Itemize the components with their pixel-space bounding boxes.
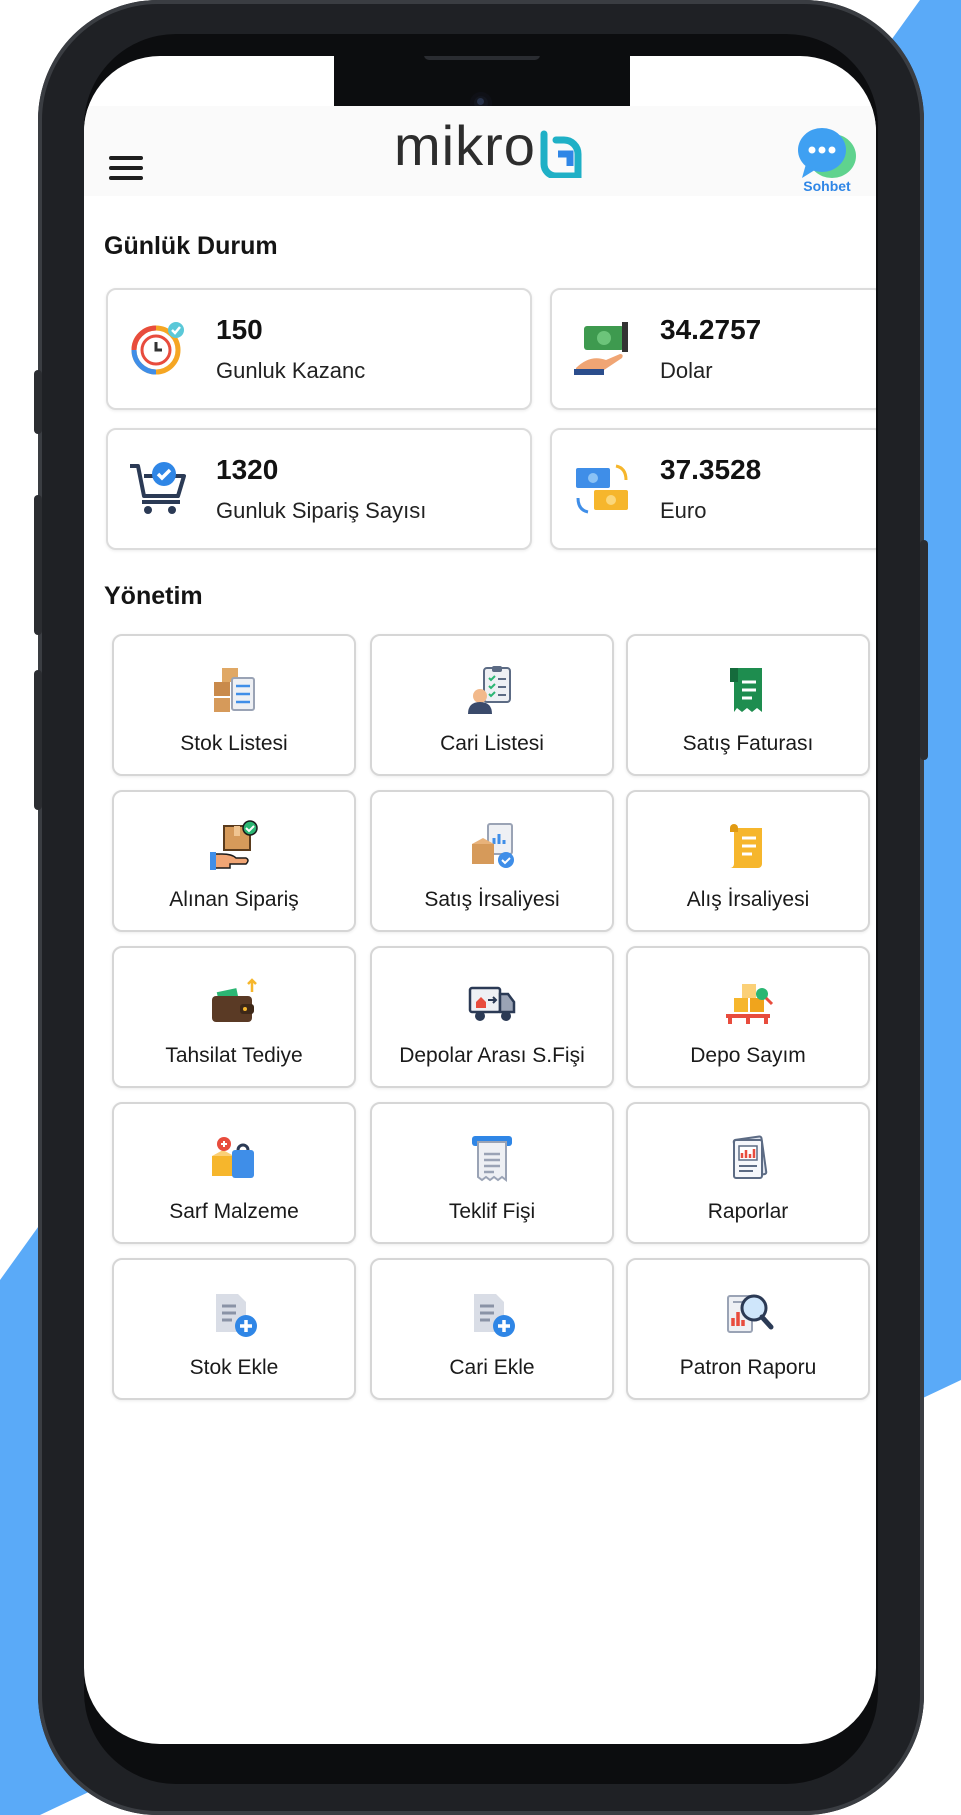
- hamburger-menu-icon[interactable]: [109, 156, 143, 180]
- tile-sarf-malzeme[interactable]: Sarf Malzeme: [112, 1102, 356, 1244]
- received-order-icon: [210, 820, 258, 870]
- tile-depo-sayim[interactable]: Depo Sayım: [626, 946, 870, 1088]
- tile-satis-faturasi[interactable]: Satış Faturası: [626, 634, 870, 776]
- tile-label: Alış İrsaliyesi: [686, 888, 810, 911]
- tile-label: Tahsilat Tediye: [165, 1044, 303, 1067]
- clock-earnings-icon: [131, 322, 184, 375]
- stat-card-dollar[interactable]: 34.2757 Dolar: [550, 288, 876, 410]
- dollar-value: 34.2757: [660, 314, 762, 345]
- tile-cari-listesi[interactable]: Cari Listesi: [370, 634, 614, 776]
- tile-label: Satış İrsaliyesi: [424, 888, 560, 911]
- tile-label: Stok Listesi: [180, 732, 288, 755]
- tile-label: Depo Sayım: [690, 1044, 806, 1067]
- wallet-icon: [212, 978, 257, 1022]
- tile-label: Satış Faturası: [682, 732, 814, 755]
- earnings-label: Gunluk Kazanc: [216, 358, 366, 383]
- mute-switch: [34, 370, 42, 434]
- tile-stok-ekle[interactable]: Stok Ekle: [112, 1258, 356, 1400]
- volume-down-button: [34, 670, 42, 810]
- tile-label: Stok Ekle: [189, 1356, 279, 1379]
- app-logo: mikro: [394, 114, 584, 178]
- boss-report-icon: [727, 1294, 774, 1333]
- stock-list-icon: [214, 668, 255, 712]
- tile-label: Patron Raporu: [679, 1356, 817, 1379]
- tile-label: Teklif Fişi: [448, 1200, 536, 1223]
- tile-label: Sarf Malzeme: [169, 1200, 299, 1223]
- euro-value: 37.3528: [660, 454, 762, 485]
- power-button: [920, 540, 928, 760]
- sales-invoice-icon: [730, 668, 762, 712]
- shopping-cart-icon: [130, 462, 186, 514]
- chat-bubble-icon: [798, 128, 856, 178]
- add-stock-icon: [216, 1294, 257, 1337]
- tile-tahsilat-tediye[interactable]: Tahsilat Tediye: [112, 946, 356, 1088]
- tile-depolar-arasi[interactable]: Depolar Arası S.Fişi: [370, 946, 614, 1088]
- account-list-icon: [468, 666, 511, 714]
- management-title: Yönetim: [104, 582, 203, 610]
- warehouse-count-icon: [726, 984, 774, 1024]
- speaker: [424, 56, 540, 60]
- add-account-icon: [474, 1294, 515, 1337]
- app-screen: mikro Sohbet Günlük Durum 150 Gunluk Kaz…: [84, 56, 876, 1744]
- logo-mark-icon: [540, 130, 582, 178]
- tile-label: Depolar Arası S.Fişi: [399, 1044, 585, 1067]
- dollar-cash-icon: [574, 322, 628, 375]
- chat-label: Sohbet: [803, 178, 851, 194]
- tile-raporlar[interactable]: Raporlar: [626, 1102, 870, 1244]
- euro-exchange-icon: [576, 464, 628, 514]
- stat-card-daily-earnings[interactable]: 150 Gunluk Kazanc: [106, 288, 532, 410]
- tile-label: Raporlar: [707, 1200, 789, 1223]
- tile-label: Alınan Sipariş: [169, 888, 299, 911]
- sales-waybill-icon: [472, 823, 514, 868]
- consumables-icon: [212, 1137, 254, 1178]
- tile-alinan-siparis[interactable]: Alınan Sipariş: [112, 790, 356, 932]
- tile-label: Cari Ekle: [449, 1356, 535, 1379]
- dollar-label: Dolar: [660, 358, 713, 383]
- tile-teklif-fisi[interactable]: Teklif Fişi: [370, 1102, 614, 1244]
- orders-value: 1320: [216, 454, 279, 485]
- earnings-value: 150: [216, 314, 263, 345]
- volume-up-button: [34, 495, 42, 635]
- chat-button[interactable]: Sohbet: [796, 126, 858, 196]
- orders-label: Gunluk Sipariş Sayısı: [216, 498, 427, 523]
- tile-stok-listesi[interactable]: Stok Listesi: [112, 634, 356, 776]
- tile-cari-ekle[interactable]: Cari Ekle: [370, 1258, 614, 1400]
- stat-card-daily-orders[interactable]: 1320 Gunluk Sipariş Sayısı: [106, 428, 532, 550]
- euro-label: Euro: [660, 498, 707, 523]
- tile-patron-raporu[interactable]: Patron Raporu: [626, 1258, 870, 1400]
- logo-text: mikro: [394, 114, 536, 177]
- delivery-truck-icon: [468, 986, 516, 1021]
- purchase-waybill-icon: [730, 824, 762, 868]
- receipt-icon: [472, 1136, 512, 1182]
- stat-card-euro[interactable]: 37.3528 Euro: [550, 428, 876, 550]
- tile-satis-irsaliyesi[interactable]: Satış İrsaliyesi: [370, 790, 614, 932]
- reports-icon: [732, 1135, 768, 1179]
- tile-label: Cari Listesi: [440, 732, 544, 755]
- daily-status-title: Günlük Durum: [104, 232, 278, 260]
- tile-alis-irsaliyesi[interactable]: Alış İrsaliyesi: [626, 790, 870, 932]
